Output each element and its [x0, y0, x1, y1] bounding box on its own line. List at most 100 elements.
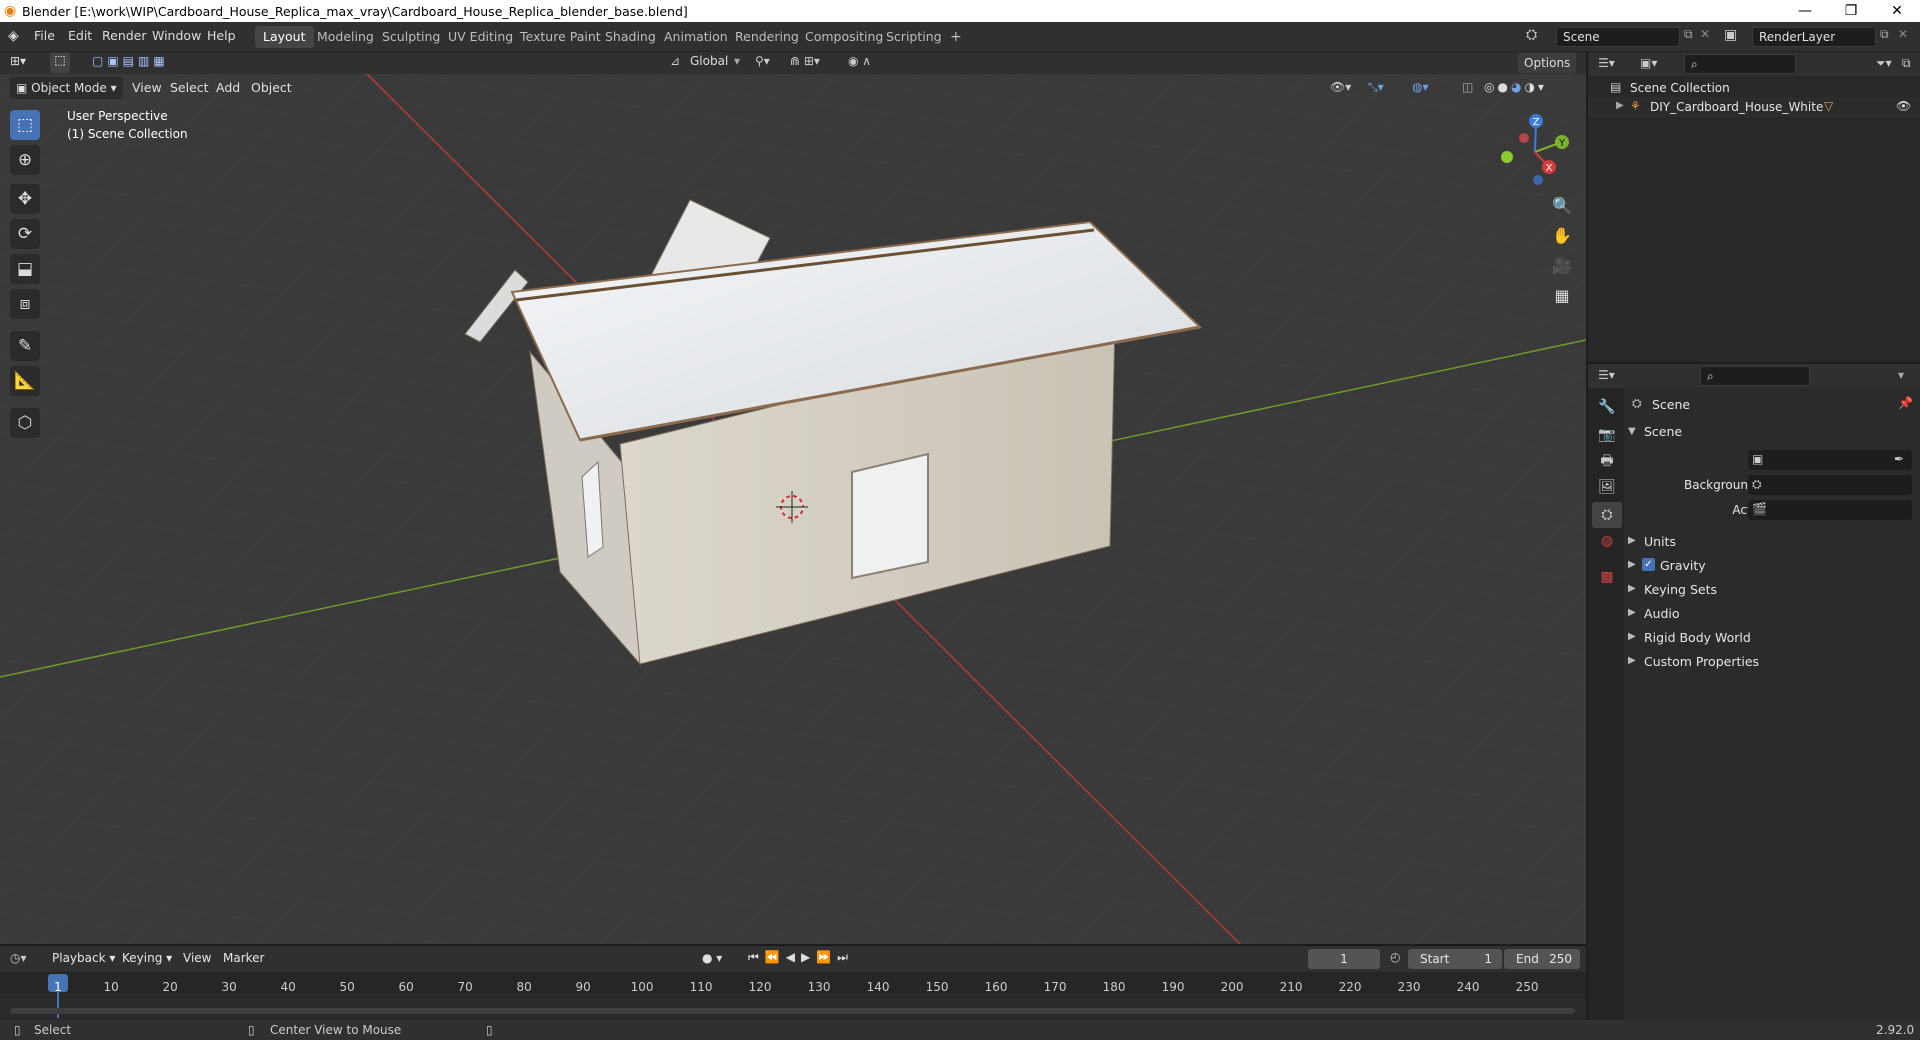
tab-layout[interactable]: Layout [255, 26, 314, 48]
restore-button[interactable]: ❐ [1828, 0, 1874, 22]
timeline-scrollbar[interactable] [10, 1008, 1575, 1014]
outliner-item[interactable]: ▶ ⚘ DIY_Cardboard_House_White ▽ 👁 [1588, 97, 1920, 117]
menu-render[interactable]: Render [102, 28, 147, 43]
transform-tool[interactable]: ⧈ [10, 289, 40, 319]
view-layer-tab-icon[interactable]: 🖼 [1592, 474, 1622, 500]
renderlayer-selector[interactable]: RenderLayer [1752, 27, 1876, 47]
viewport-menu-select[interactable]: Select [164, 77, 215, 99]
3d-viewport[interactable]: Z Y X [0, 52, 1586, 944]
chevron-down-icon[interactable]: ▾ [1898, 368, 1904, 382]
menu-help[interactable]: Help [207, 28, 236, 43]
cursor-tool[interactable]: ⊕ [10, 145, 40, 175]
timeline-menu-marker[interactable]: Marker [223, 951, 264, 965]
background-scene-field[interactable]: ⛭ [1748, 475, 1912, 495]
renderlayer-icon[interactable]: ▣ [1724, 27, 1737, 43]
add-workspace-button[interactable]: + [942, 26, 970, 48]
tab-modeling[interactable]: Modeling [309, 26, 382, 48]
gizmo-toggle-icon[interactable]: ⤡▾ [1368, 80, 1384, 95]
camera-field[interactable]: ▣ ✒ [1748, 450, 1912, 470]
start-frame-field[interactable]: Start 1 [1408, 949, 1502, 969]
eyedropper-icon[interactable]: ✒ [1894, 452, 1904, 466]
delete-scene-icon[interactable]: ✕ [1700, 27, 1710, 41]
output-tab-icon[interactable]: 🖶 [1592, 448, 1622, 474]
minimize-button[interactable]: — [1782, 0, 1828, 22]
ortho-grid-icon[interactable]: ▦ [1548, 282, 1576, 310]
scene-selector[interactable]: Scene [1556, 27, 1680, 47]
outliner-root-row[interactable]: ▤ Scene Collection [1588, 78, 1920, 98]
tab-rendering[interactable]: Rendering [727, 26, 807, 48]
pin-icon[interactable]: 📌 [1898, 396, 1913, 410]
move-tool[interactable]: ✥ [10, 184, 40, 214]
rotate-tool[interactable]: ⟳ [10, 219, 40, 249]
delete-renderlayer-icon[interactable]: ✕ [1898, 27, 1908, 41]
record-icon[interactable]: ● ▾ [702, 951, 722, 965]
timeline-editor-icon[interactable]: ◷▾ [10, 951, 27, 965]
texture-tab-icon[interactable]: ▩ [1592, 564, 1622, 590]
viewport-menu-object[interactable]: Object [245, 77, 298, 99]
new-renderlayer-icon[interactable]: ⧉ [1880, 27, 1889, 42]
viewport-menu-add[interactable]: Add [210, 77, 246, 99]
viewport-canvas[interactable]: Z Y X [0, 52, 1586, 944]
add-cube-tool[interactable]: ⬡ [10, 408, 40, 438]
editor-type-icon[interactable]: ⊞▾ [10, 54, 26, 68]
close-window-button[interactable]: ✕ [1874, 0, 1920, 22]
panel-gravity[interactable]: ▶ ✓ Gravity [1624, 554, 1920, 578]
tab-animation[interactable]: Animation [656, 26, 736, 48]
camera-view-icon[interactable]: 🎥 [1548, 252, 1576, 280]
active-clip-field[interactable]: 🎬 [1748, 500, 1912, 520]
menu-window[interactable]: Window [152, 28, 201, 43]
tab-scripting[interactable]: Scripting [878, 26, 950, 48]
display-mode-icon[interactable]: ▣▾ [1640, 56, 1657, 70]
new-collection-icon[interactable]: ⧉ [1902, 56, 1911, 71]
eye-icon[interactable]: 👁 [1896, 99, 1911, 113]
proportional-edit-icon[interactable]: ◉ ∧ [848, 54, 871, 68]
expand-arrow-icon[interactable]: ▶ [1616, 100, 1624, 111]
world-tab-icon[interactable]: ◍ [1592, 528, 1622, 554]
panel-keying-sets[interactable]: ▶ Keying Sets [1624, 578, 1920, 602]
pivot-icon[interactable]: ⚲▾ [755, 54, 770, 68]
scene-icon[interactable]: ⛭ [1526, 27, 1537, 43]
current-frame-field[interactable]: 1 [1308, 949, 1380, 969]
object-mode-dropdown[interactable]: ▣ Object Mode ▾ [10, 77, 123, 99]
snap-icon[interactable]: ⋒ ⊞▾ [790, 54, 820, 68]
menu-edit[interactable]: Edit [68, 28, 92, 43]
playback-controls-icons[interactable]: ⏮⏪◀▶⏩⏭ [748, 950, 854, 965]
tab-texture-paint[interactable]: Texture Paint [512, 26, 609, 48]
blender-menu-icon[interactable]: ◈ [8, 28, 19, 44]
tab-uv-editing[interactable]: UV Editing [440, 26, 521, 48]
properties-editor-icon[interactable]: ☰▾ [1598, 368, 1615, 382]
panel-units[interactable]: ▶ Units [1624, 530, 1920, 554]
timeline-menu-keying[interactable]: Keying ▾ [122, 951, 172, 965]
expand-arrow-icon[interactable]: ▼ [1628, 426, 1636, 437]
overlay-toggle-icon[interactable]: ◍▾ [1412, 80, 1429, 94]
viewport-menu-view[interactable]: View [126, 77, 168, 99]
timeline-menu-playback[interactable]: Playback ▾ [52, 951, 115, 965]
tool-tab-icon[interactable]: 🔧 [1592, 394, 1622, 420]
outliner-editor-icon[interactable]: ☰▾ [1598, 56, 1615, 70]
scene-tab-icon[interactable]: ⛭ [1592, 502, 1622, 528]
pan-hand-icon[interactable]: ✋ [1548, 222, 1576, 250]
timeline-menu-view[interactable]: View [183, 951, 211, 965]
gravity-checkbox[interactable]: ✓ [1642, 558, 1655, 571]
visibility-icon[interactable]: 👁▾ [1330, 80, 1351, 94]
panel-audio[interactable]: ▶ Audio [1624, 602, 1920, 626]
properties-search-input[interactable]: ⌕ [1700, 366, 1810, 386]
options-dropdown[interactable]: Options [1518, 53, 1577, 73]
render-tab-icon[interactable]: 📷 [1592, 422, 1622, 448]
selection-mode-icons[interactable]: ▢▣▤▥▦ [92, 54, 169, 68]
tab-shading[interactable]: Shading [597, 26, 664, 48]
xray-icon[interactable]: ◫ [1462, 80, 1473, 94]
end-frame-field[interactable]: End 250 [1504, 949, 1580, 969]
tab-sculpting[interactable]: Sculpting [374, 26, 448, 48]
new-scene-icon[interactable]: ⧉ [1684, 27, 1693, 42]
panel-custom-properties[interactable]: ▶ Custom Properties [1624, 650, 1920, 674]
outliner-search-input[interactable]: ⌕ [1684, 54, 1796, 74]
menu-file[interactable]: File [34, 28, 55, 43]
panel-rigid-body-world[interactable]: ▶ Rigid Body World [1624, 626, 1920, 650]
shading-mode-icons[interactable]: ◎●◕◑▾ [1484, 80, 1547, 94]
filter-icon[interactable]: ⏷▾ [1876, 56, 1892, 71]
zoom-icon[interactable]: 🔍 [1548, 192, 1576, 220]
annotate-tool[interactable]: ✎ [10, 331, 40, 361]
select-box-tool[interactable]: ⬚ [10, 110, 40, 140]
select-tool-icon[interactable]: ⬚ [50, 53, 70, 73]
